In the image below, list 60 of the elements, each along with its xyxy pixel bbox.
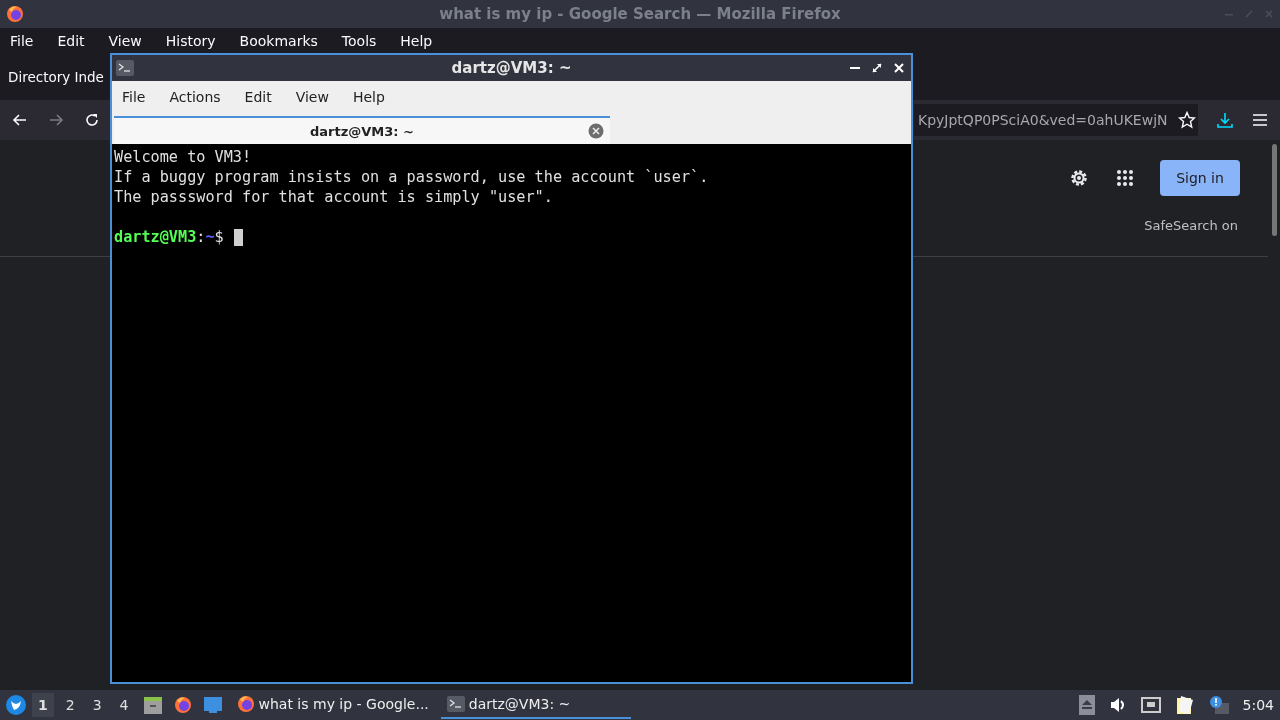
menu-item[interactable]: Edit <box>244 89 272 105</box>
taskbar-task[interactable]: what is my ip - Google... <box>230 691 435 719</box>
workspace-button[interactable]: 4 <box>113 693 135 717</box>
menu-icon[interactable] <box>1252 113 1268 127</box>
workspace-button[interactable]: 2 <box>59 693 81 717</box>
url-text: KpyJptQP0PSciA0&ved=0ahUKEwjN <box>918 112 1168 128</box>
menu-item[interactable]: Edit <box>57 33 85 49</box>
firefox-icon[interactable] <box>172 695 193 715</box>
network-icon[interactable] <box>1140 697 1161 713</box>
output-line: Welcome to VM3! <box>114 148 252 166</box>
back-icon[interactable] <box>12 112 28 128</box>
prompt-separator: : <box>196 228 206 246</box>
task-label: dartz@VM3: ~ <box>468 696 571 712</box>
workspace-button[interactable]: 1 <box>32 693 54 717</box>
notification-icon[interactable] <box>1208 695 1229 715</box>
menu-item[interactable]: Tools <box>341 33 377 49</box>
window-title: dartz@VM3: ~ <box>451 59 572 77</box>
scrollbar-thumb[interactable] <box>1272 144 1277 236</box>
workspace-button[interactable]: 3 <box>86 693 108 717</box>
output-line: The passsword for that account is simply "user". <box>114 188 553 206</box>
menu-item[interactable]: File <box>10 33 34 49</box>
settings-icon[interactable] <box>1068 167 1090 189</box>
safesearch-link[interactable]: SafeSearch on <box>1144 218 1238 233</box>
clock[interactable]: 5:04 <box>1242 697 1274 713</box>
address-bar[interactable]: KpyJptQP0PSciA0&ved=0ahUKEwjN <box>914 104 1198 136</box>
sign-in-button[interactable]: Sign in <box>1160 160 1240 196</box>
eject-icon[interactable] <box>1078 695 1095 715</box>
firefox-icon <box>6 5 24 23</box>
prompt-path: ~ <box>205 228 215 246</box>
menu-item[interactable]: Help <box>400 33 433 49</box>
reload-icon[interactable] <box>84 112 100 128</box>
taskbar-task[interactable]: dartz@VM3: ~ <box>440 691 631 719</box>
desktop-icon[interactable] <box>202 696 223 714</box>
start-menu-icon[interactable] <box>6 695 26 715</box>
notes-icon[interactable] <box>1174 695 1195 715</box>
menu-item[interactable]: View <box>295 89 329 105</box>
menu-item[interactable]: Bookmarks <box>239 33 318 49</box>
forward-icon[interactable] <box>48 112 64 128</box>
menu-item[interactable]: Actions <box>169 89 221 105</box>
terminal-icon <box>446 696 465 712</box>
task-label: what is my ip - Google... <box>258 696 429 712</box>
apps-grid-icon[interactable] <box>1116 169 1134 187</box>
menu-item[interactable]: History <box>165 33 216 49</box>
terminal-tab[interactable]: dartz@VM3: ~ <box>114 116 610 144</box>
menu-item[interactable]: File <box>122 89 146 105</box>
text-cursor <box>233 228 243 246</box>
tab-label: dartz@VM3: ~ <box>310 123 414 139</box>
star-icon[interactable] <box>1177 111 1196 129</box>
output-line: If a buggy program insists on a password, use the account `user`. <box>114 168 709 186</box>
window-title: what is my ip - Google Search — Mozilla Firefox <box>439 5 841 23</box>
terminal-icon <box>116 60 134 76</box>
browser-tab[interactable]: Directory Inde <box>8 69 104 85</box>
file-cabinet-icon[interactable] <box>142 695 163 715</box>
menu-item[interactable]: View <box>108 33 142 49</box>
prompt-user: dartz@VM3 <box>114 228 197 246</box>
menu-item[interactable]: Help <box>352 89 385 105</box>
prompt-symbol: $ <box>214 228 224 246</box>
firefox-icon <box>236 695 255 713</box>
download-icon[interactable] <box>1216 111 1234 129</box>
volume-icon[interactable] <box>1108 696 1127 714</box>
